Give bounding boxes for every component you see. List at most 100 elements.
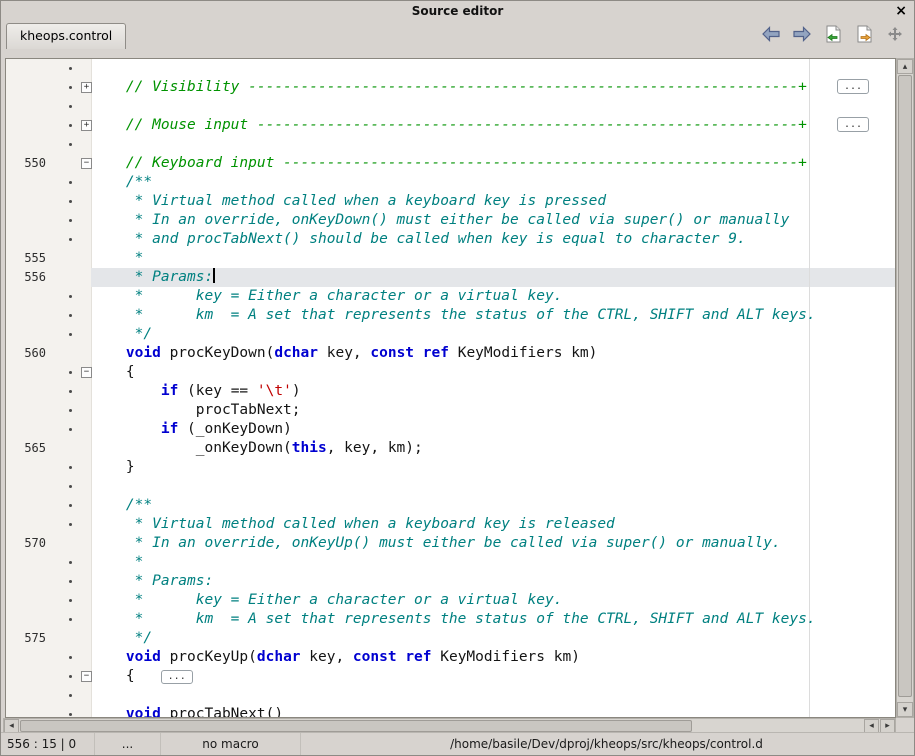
editor-line[interactable]: [6, 686, 895, 705]
code-text: * Virtual method called when a keyboard …: [6, 515, 895, 534]
code-token: * key = Either a character or a virtual …: [91, 288, 562, 304]
code-token: key,: [318, 345, 370, 361]
scroll-down-button[interactable]: ▾: [897, 702, 913, 717]
editor-line[interactable]: * km = A set that represents the status …: [6, 306, 895, 325]
code-text: /**: [6, 173, 895, 192]
folded-code-box[interactable]: ...: [837, 79, 869, 94]
editor-line[interactable]: * km = A set that represents the status …: [6, 610, 895, 629]
text-caret: [213, 268, 215, 283]
editor-line[interactable]: if (_onKeyDown): [6, 420, 895, 439]
editor-line[interactable]: *: [6, 553, 895, 572]
folded-code-box[interactable]: ...: [837, 117, 869, 132]
editor-line[interactable]: 565 _onKeyDown(this, key, km);: [6, 439, 895, 458]
code-token: * In an override, onKeyDown() must eithe…: [91, 212, 789, 228]
code-token: if: [161, 421, 178, 437]
editor-line[interactable]: + // Visibility ------------------------…: [6, 78, 895, 97]
code-text: * In an override, onKeyDown() must eithe…: [6, 211, 895, 230]
editor-line[interactable]: 555 *: [6, 249, 895, 268]
tab-bar: kheops.control: [1, 21, 914, 49]
editor-line[interactable]: void procKeyUp(dchar key, const ref KeyM…: [6, 648, 895, 667]
code-token: */: [91, 630, 152, 646]
code-token: *: [91, 250, 143, 266]
editor-line[interactable]: * Virtual method called when a keyboard …: [6, 192, 895, 211]
code-token: {: [91, 668, 135, 684]
forward-arrow-icon: [792, 26, 812, 45]
code-text: {: [6, 363, 895, 382]
code-token: [91, 345, 126, 361]
editor-line[interactable]: 550− // Keyboard input -----------------…: [6, 154, 895, 173]
editor-line[interactable]: 556 * Params:: [6, 268, 895, 287]
detach-move-button[interactable]: [884, 25, 906, 45]
document-back-button[interactable]: [822, 25, 844, 45]
vertical-scrollbar[interactable]: ▴ ▾: [896, 58, 914, 718]
editor-line[interactable]: * In an override, onKeyDown() must eithe…: [6, 211, 895, 230]
editor-line[interactable]: * Virtual method called when a keyboard …: [6, 515, 895, 534]
editor-line[interactable]: [6, 135, 895, 154]
line-dot: [69, 485, 72, 488]
line-dot: [69, 143, 72, 146]
editor-line[interactable]: /**: [6, 173, 895, 192]
code-token: void: [126, 706, 161, 717]
editor-line[interactable]: [6, 59, 895, 78]
navigate-back-button[interactable]: [760, 25, 782, 45]
code-token: * Virtual method called when a keyboard …: [91, 516, 615, 532]
editor-line[interactable]: [6, 97, 895, 116]
code-token: /**: [91, 497, 152, 513]
scroll-left-button-2[interactable]: ◂: [864, 719, 879, 733]
code-text: * Params:: [6, 268, 895, 287]
editor-line[interactable]: void procTabNext(): [6, 705, 895, 717]
scroll-right-button[interactable]: ▸: [880, 719, 895, 733]
editor-line[interactable]: 575 */: [6, 629, 895, 648]
tab-kheops-control[interactable]: kheops.control: [6, 23, 126, 49]
editor-line[interactable]: 570 * In an override, onKeyUp() must eit…: [6, 534, 895, 553]
editor-line[interactable]: − {: [6, 363, 895, 382]
caret-position-panel: 556 : 15 | 0: [3, 733, 95, 755]
editor-line[interactable]: 560 void procKeyDown(dchar key, const re…: [6, 344, 895, 363]
code-token: ref: [423, 345, 449, 361]
editor-line[interactable]: */: [6, 325, 895, 344]
code-token: * Virtual method called when a keyboard …: [91, 193, 606, 209]
editor-line[interactable]: [6, 477, 895, 496]
editor-line[interactable]: * key = Either a character or a virtual …: [6, 591, 895, 610]
scroll-left-button[interactable]: ◂: [4, 719, 19, 733]
code-text: */: [6, 325, 895, 344]
source-editor-window: Source editor × kheops.control: [0, 0, 915, 756]
editor-line[interactable]: * and procTabNext() should be called whe…: [6, 230, 895, 249]
editor-view[interactable]: + // Visibility ------------------------…: [5, 58, 896, 718]
editor-line[interactable]: + // Mouse input -----------------------…: [6, 116, 895, 135]
status-bar: 556 : 15 | 0 ... no macro /home/basile/D…: [1, 732, 914, 755]
navigate-forward-button[interactable]: [791, 25, 813, 45]
code-token: {: [91, 364, 135, 380]
code-text: * and procTabNext() should be called whe…: [6, 230, 895, 249]
code-token: this: [292, 440, 327, 456]
code-token: [414, 345, 423, 361]
tab-label: kheops.control: [20, 28, 112, 43]
editor-line[interactable]: − {...: [6, 667, 895, 686]
back-arrow-icon: [761, 26, 781, 45]
code-text: void procTabNext(): [6, 705, 895, 717]
editor-line[interactable]: * key = Either a character or a virtual …: [6, 287, 895, 306]
editor-line[interactable]: }: [6, 458, 895, 477]
code-text: if (key == '\t'): [6, 382, 895, 401]
editor-line[interactable]: * Params:: [6, 572, 895, 591]
editor-line[interactable]: procTabNext;: [6, 401, 895, 420]
code-text: * In an override, onKeyUp() must either …: [6, 534, 895, 553]
code-token: procKeyDown(: [161, 345, 275, 361]
code-token: (key ==: [178, 383, 257, 399]
down-arrow-icon: ▾: [903, 705, 908, 715]
editor-line[interactable]: if (key == '\t'): [6, 382, 895, 401]
close-icon[interactable]: ×: [895, 1, 907, 21]
scroll-up-button[interactable]: ▴: [897, 59, 913, 74]
code-token: * km = A set that represents the status …: [91, 307, 816, 323]
folded-code-box[interactable]: ...: [161, 670, 193, 684]
code-token: procKeyUp(: [161, 649, 257, 665]
code-token: */: [91, 326, 152, 342]
code-text: *: [6, 553, 895, 572]
code-token: const: [370, 345, 414, 361]
vertical-scrollbar-thumb[interactable]: [898, 75, 912, 697]
editor-line[interactable]: /**: [6, 496, 895, 515]
document-forward-button[interactable]: [853, 25, 875, 45]
code-token: procTabNext(): [161, 706, 283, 717]
code-text: * Params:: [6, 572, 895, 591]
horizontal-scrollbar-thumb[interactable]: [20, 720, 692, 732]
